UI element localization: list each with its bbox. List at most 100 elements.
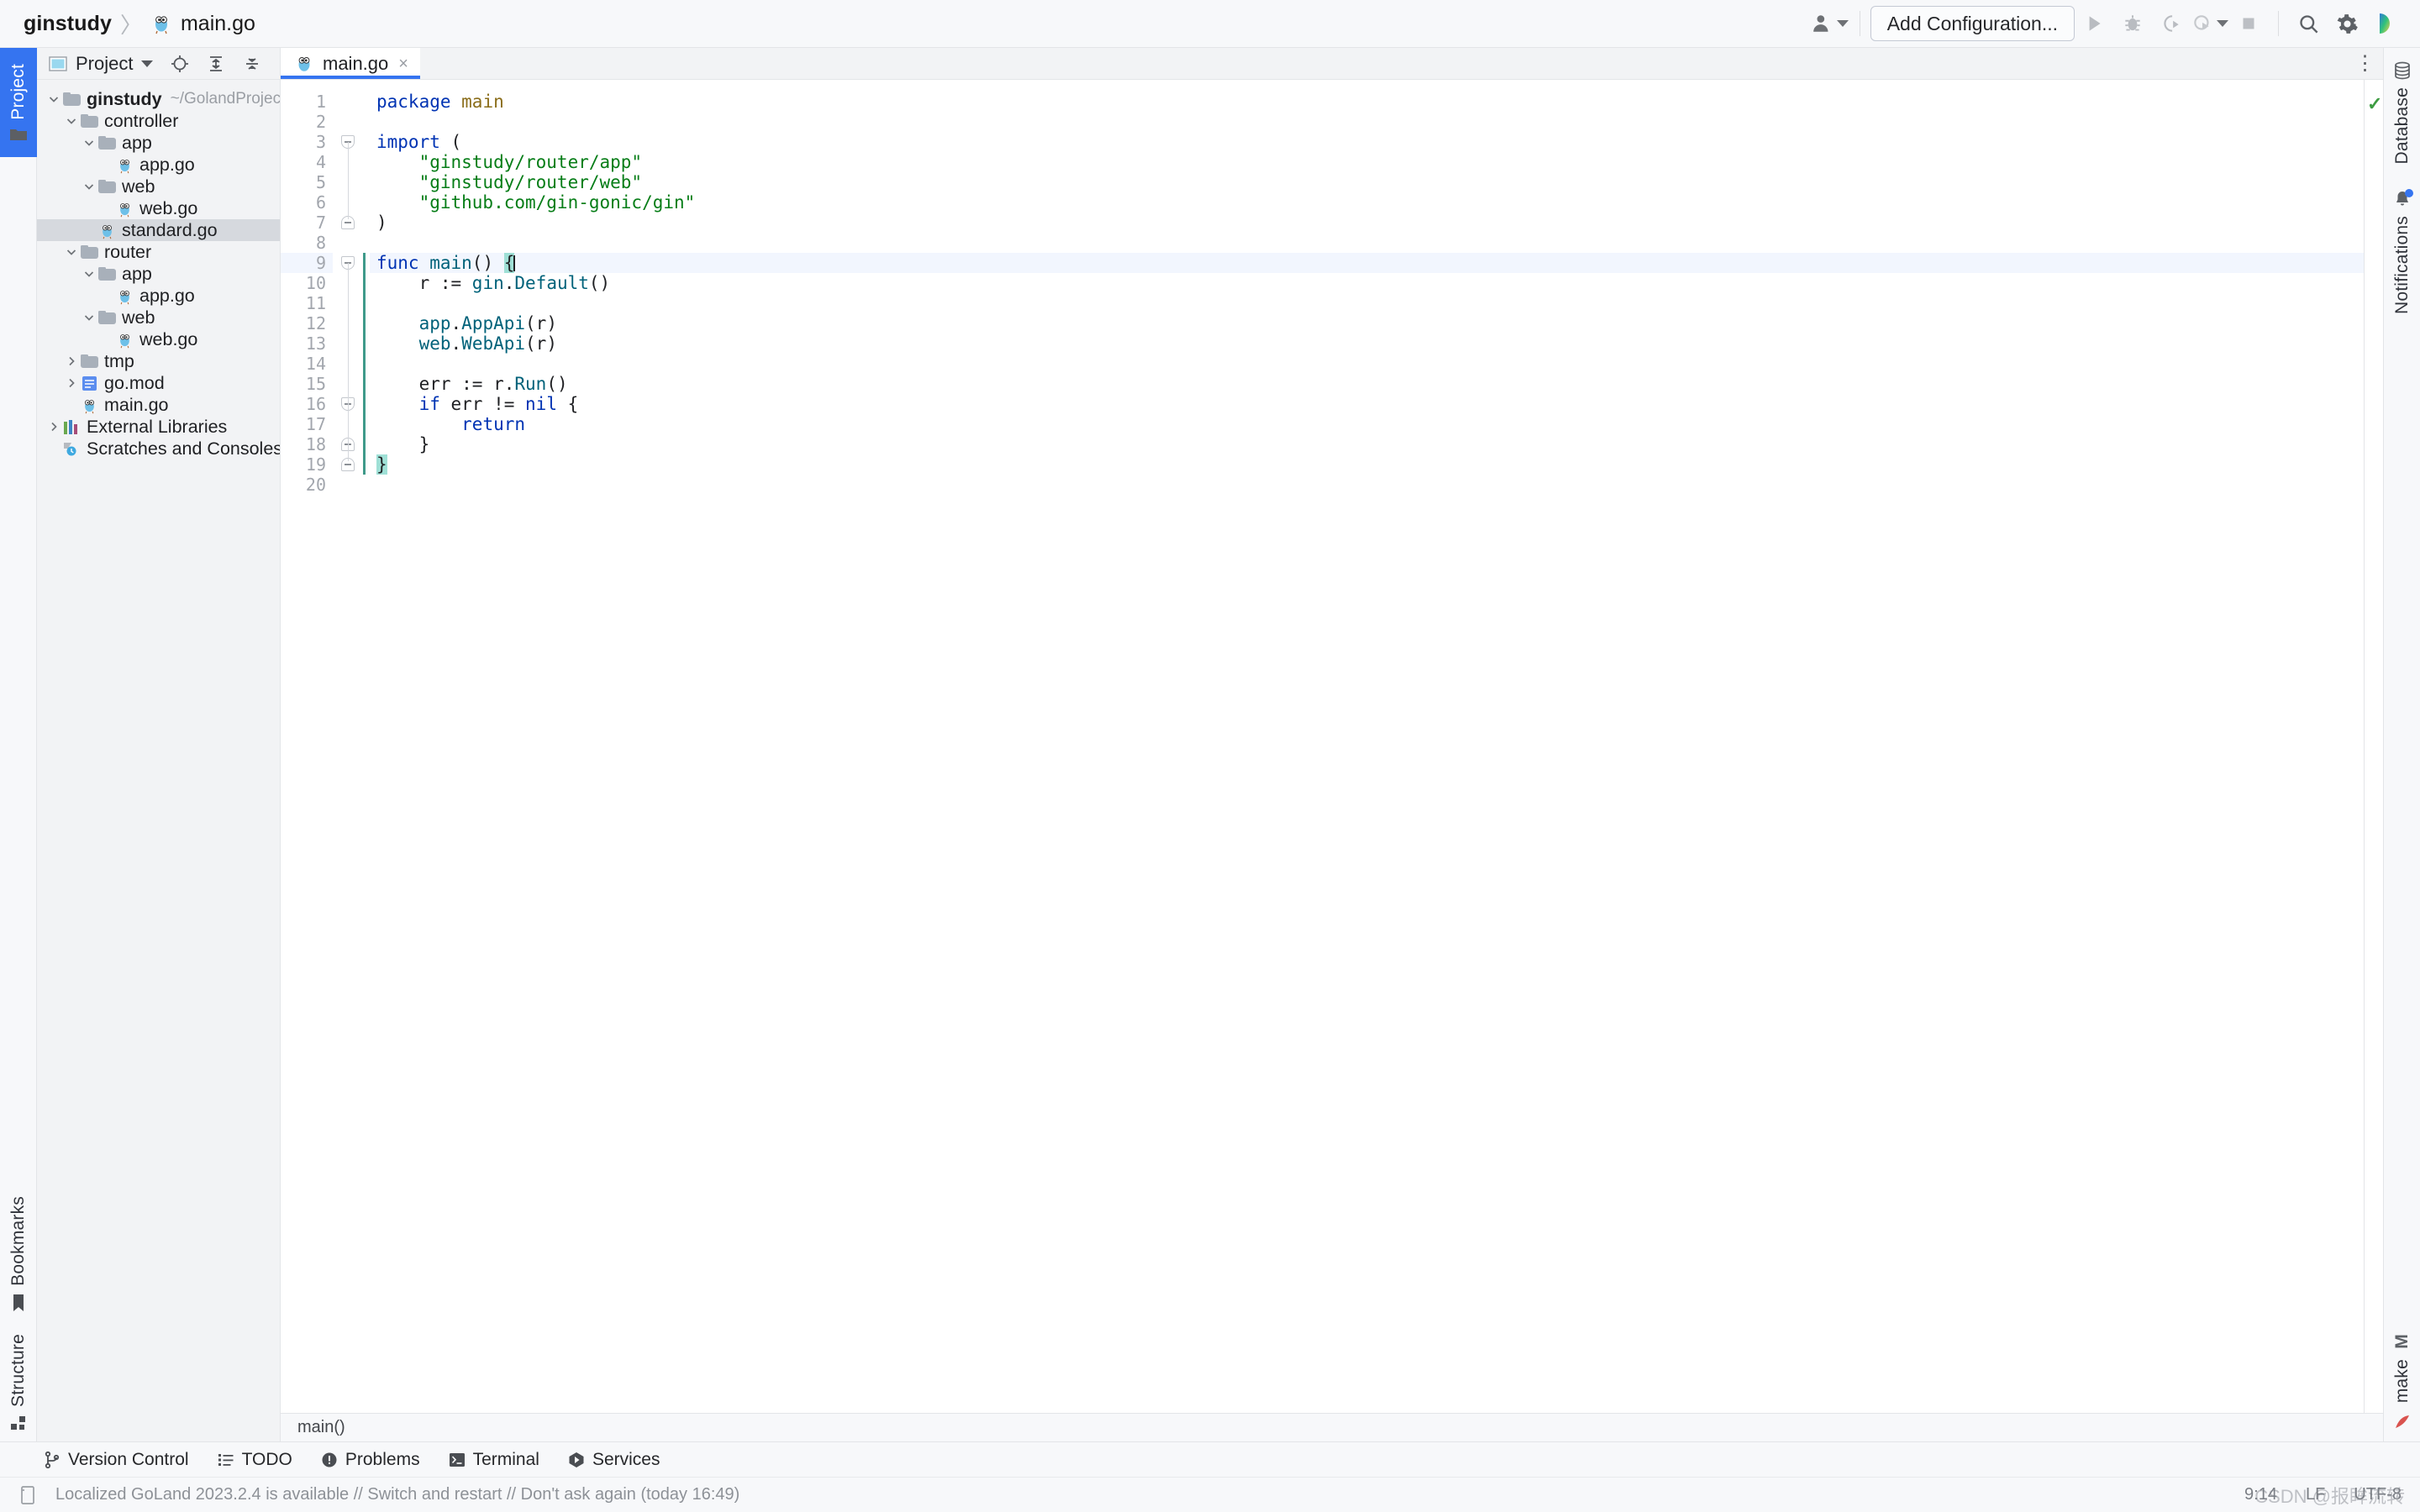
code-folding-column[interactable] <box>333 80 361 1413</box>
chevron-down-icon[interactable] <box>81 134 97 151</box>
tree-item-app[interactable]: app <box>37 132 280 154</box>
line-number[interactable]: 8 <box>281 233 333 253</box>
line-number[interactable]: 3 <box>281 132 333 152</box>
line-number[interactable]: 1 <box>281 92 333 112</box>
tree-item-router[interactable]: router <box>37 241 280 263</box>
chevron-down-icon[interactable] <box>63 244 80 260</box>
tool-window-button-terminal[interactable]: Terminal <box>449 1450 539 1470</box>
tree-item-standard-go[interactable]: standard.go <box>37 219 280 241</box>
code-line[interactable]: if err != nil { <box>370 394 2364 414</box>
code-line[interactable]: err := r.Run() <box>370 374 2364 394</box>
caret-position[interactable]: 9:14 <box>2244 1485 2277 1504</box>
code-line[interactable]: app.AppApi(r) <box>370 313 2364 333</box>
line-number[interactable]: 15 <box>281 374 333 394</box>
line-number[interactable]: 11 <box>281 293 333 313</box>
file-encoding[interactable]: UTF-8 <box>2354 1485 2402 1504</box>
tree-item-tmp[interactable]: tmp <box>37 350 280 372</box>
rail-tab-bookmarks[interactable]: Bookmarks <box>8 1196 29 1312</box>
code-line[interactable] <box>370 354 2364 374</box>
code-line[interactable]: import ( <box>370 132 2364 152</box>
chevron-right-icon[interactable] <box>45 418 62 435</box>
editor-breadcrumb[interactable]: main() <box>281 1413 2383 1441</box>
tree-item-controller[interactable]: controller <box>37 110 280 132</box>
tree-item-external-libraries[interactable]: External Libraries <box>37 416 280 438</box>
tree-item-go-mod[interactable]: go.mod <box>37 372 280 394</box>
line-number[interactable]: 17 <box>281 414 333 434</box>
code-line[interactable] <box>370 233 2364 253</box>
line-number[interactable]: 10 <box>281 273 333 293</box>
tool-window-button-problems[interactable]: Problems <box>321 1450 420 1470</box>
chevron-down-icon[interactable] <box>141 60 154 67</box>
chevron-down-icon[interactable] <box>63 113 80 129</box>
tool-window-button-todo[interactable]: TODO <box>218 1450 292 1470</box>
line-number[interactable]: 7 <box>281 213 333 233</box>
line-separator[interactable]: LF <box>2306 1485 2325 1504</box>
search-everywhere-icon[interactable] <box>2289 4 2328 43</box>
user-icon[interactable] <box>1811 4 1849 43</box>
ide-logo-icon[interactable] <box>2366 4 2405 43</box>
code-line[interactable] <box>370 112 2364 132</box>
code-line[interactable]: } <box>370 454 2364 475</box>
maven-logo-icon[interactable] <box>2393 1413 2412 1431</box>
add-configuration-button[interactable]: Add Configuration... <box>1870 6 2075 41</box>
code-line[interactable]: "ginstudy/router/app" <box>370 152 2364 172</box>
run-icon[interactable] <box>2075 4 2113 43</box>
tool-window-button-services[interactable]: Services <box>568 1450 660 1470</box>
line-number[interactable]: 13 <box>281 333 333 354</box>
code-line[interactable]: r := gin.Default() <box>370 273 2364 293</box>
tree-item-scratches-and-consoles[interactable]: Scratches and Consoles <box>37 438 280 459</box>
breadcrumb-file[interactable]: main.go <box>181 12 255 36</box>
code-line[interactable]: package main <box>370 92 2364 112</box>
tree-item-web[interactable]: web <box>37 176 280 197</box>
rail-tab-project[interactable]: Project <box>0 48 37 157</box>
line-number[interactable]: 9 <box>281 253 353 273</box>
stop-icon[interactable] <box>2229 4 2268 43</box>
code-line[interactable] <box>370 293 2364 313</box>
tree-item-ginstudy[interactable]: ginstudy ~/GolandProjects/ginstudy <box>37 88 280 110</box>
line-number[interactable]: 16 <box>281 394 333 414</box>
notification-icon[interactable] <box>18 1485 37 1505</box>
rail-tab-structure[interactable]: Structure <box>8 1334 29 1431</box>
project-tree[interactable]: ginstudy ~/GolandProjects/ginstudy control… <box>37 80 280 459</box>
profile-icon[interactable] <box>2191 4 2229 43</box>
code-line[interactable]: } <box>370 434 2364 454</box>
breadcrumb-project[interactable]: ginstudy <box>24 12 112 36</box>
code-line[interactable] <box>370 475 2364 495</box>
editor-tab-main-go[interactable]: main.go × <box>281 48 420 79</box>
debug-icon[interactable] <box>2113 4 2152 43</box>
rail-tab-database[interactable]: Database <box>2392 61 2412 165</box>
line-number[interactable]: 5 <box>281 172 333 192</box>
line-number[interactable]: 2 <box>281 112 333 132</box>
tree-item-web-go[interactable]: web.go <box>37 197 280 219</box>
line-number-gutter[interactable]: 1 2 3 4 5 6 7 8 9 10 11 12 13 14 15 16 17 18 19 20 <box>281 80 353 1413</box>
line-number[interactable]: 6 <box>281 192 333 213</box>
line-number[interactable]: 14 <box>281 354 333 374</box>
line-number[interactable]: 18 <box>281 434 333 454</box>
editor-options-menu-icon[interactable]: ⋮ <box>2348 48 2383 79</box>
close-icon[interactable]: × <box>398 55 408 72</box>
tree-item-web-go[interactable]: web.go <box>37 328 280 350</box>
tree-item-app-go[interactable]: app.go <box>37 154 280 176</box>
line-number[interactable]: 4 <box>281 152 333 172</box>
code-line[interactable]: web.WebApi(r) <box>370 333 2364 354</box>
vcs-change-marker[interactable] <box>363 253 366 475</box>
chevron-down-icon[interactable] <box>81 309 97 326</box>
tree-item-app[interactable]: app <box>37 263 280 285</box>
rail-tab-notifications[interactable]: Notifications <box>2392 188 2413 313</box>
chevron-down-icon[interactable] <box>81 178 97 195</box>
chevron-down-icon[interactable] <box>81 265 97 282</box>
chevron-down-icon[interactable] <box>45 91 62 108</box>
rail-tab-make[interactable]: make <box>2392 1359 2412 1403</box>
code-line[interactable]: return <box>370 414 2364 434</box>
code-line[interactable]: "ginstudy/router/web" <box>370 172 2364 192</box>
chevron-right-icon[interactable] <box>63 353 80 370</box>
status-message[interactable]: Localized GoLand 2023.2.4 is available /… <box>55 1485 739 1504</box>
rail-tab-maven[interactable]: M <box>2392 1334 2412 1349</box>
locate-icon[interactable] <box>170 54 190 74</box>
settings-icon[interactable] <box>2328 4 2366 43</box>
code-line[interactable]: "github.com/gin-gonic/gin" <box>370 192 2364 213</box>
code-line[interactable]: func main() { <box>370 253 2364 273</box>
line-number[interactable]: 20 <box>281 475 333 495</box>
code-editor[interactable]: 1 2 3 4 5 6 7 8 9 10 11 12 13 14 15 16 17 18 19 20 package … <box>281 80 2383 1413</box>
code-text[interactable]: package main import ( "ginstudy/router/a… <box>370 80 2364 1413</box>
